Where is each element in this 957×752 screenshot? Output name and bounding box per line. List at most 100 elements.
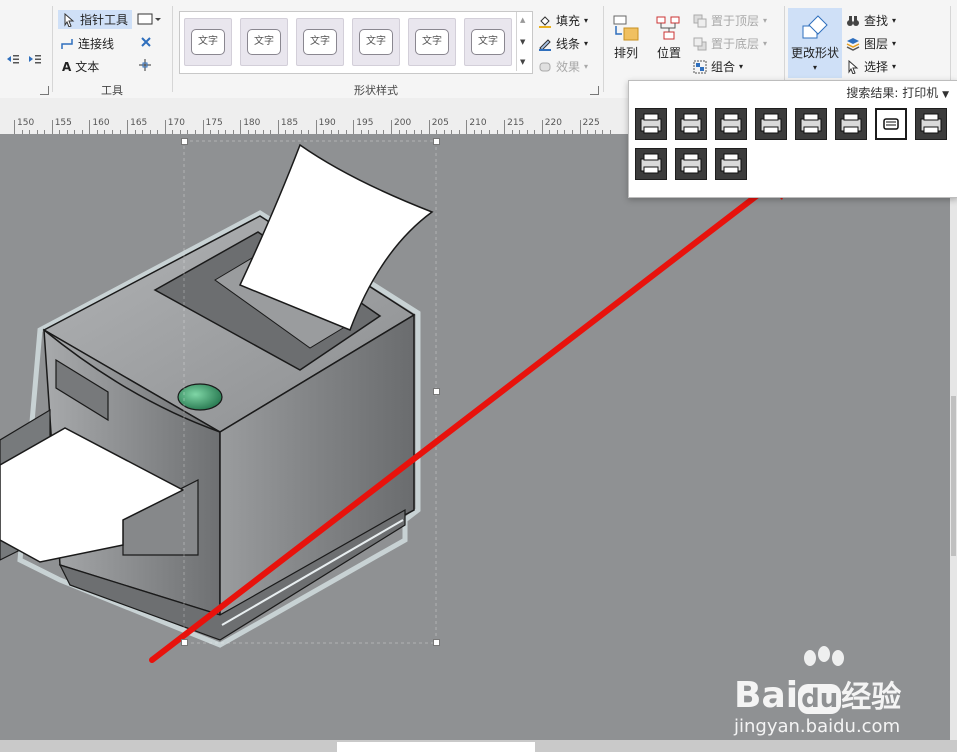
style-thumb[interactable]: 文字 — [184, 18, 232, 66]
tower-icon[interactable] — [795, 108, 827, 140]
selection-handle[interactable] — [181, 639, 188, 646]
text-a-icon: A — [62, 59, 72, 74]
rectangle-dropdown[interactable] — [137, 12, 161, 26]
separator — [52, 6, 53, 92]
chevron-down-icon: ▾ — [892, 16, 897, 25]
style-thumb[interactable]: 文字 — [296, 18, 344, 66]
pointer-icon — [64, 12, 75, 27]
printer-5-icon[interactable] — [675, 148, 707, 180]
flatbed-icon[interactable] — [915, 108, 947, 140]
chevron-down-icon: ▾ — [763, 39, 768, 48]
ruler-tick — [428, 120, 430, 134]
send-back-icon — [693, 37, 707, 50]
connection-point-icon[interactable] — [138, 58, 152, 72]
shape-styles-dialog-launcher[interactable] — [590, 86, 599, 95]
shape-styles-group-label: 形状样式 — [354, 84, 398, 97]
arrange-label: 排列 — [613, 46, 638, 60]
effects-button[interactable]: 效果 ▾ — [538, 58, 588, 75]
chevron-down-icon: ▾ — [892, 62, 897, 71]
printer-4-icon[interactable] — [635, 148, 667, 180]
printer-selected-icon[interactable] — [875, 108, 907, 140]
page-tab-area[interactable] — [337, 742, 535, 752]
ruler-tick — [14, 120, 15, 134]
ruler-tick — [466, 120, 468, 134]
layers-icon — [846, 37, 860, 51]
bring-front-label: 置于顶层 — [711, 14, 760, 28]
pen-icon — [539, 38, 551, 51]
ruler-tick-label: 155 — [54, 118, 72, 128]
style-thumb[interactable]: 文字 — [352, 18, 400, 66]
watermark-brand: Bai — [734, 675, 799, 716]
gallery-up-icon[interactable]: ▲ — [520, 16, 525, 24]
selection-handle[interactable] — [433, 388, 440, 395]
text-tool-button[interactable]: A 文本 — [62, 58, 99, 75]
position-button[interactable]: 位置 — [655, 14, 683, 61]
ruler-tick-label: 195 — [356, 118, 374, 128]
arrange-icon — [613, 15, 639, 41]
selection-handle[interactable] — [433, 138, 440, 145]
separator — [172, 6, 173, 92]
ruler-tick-label: 210 — [469, 118, 487, 128]
effects-label: 效果 — [556, 60, 581, 74]
decrease-indent-icon[interactable] — [6, 52, 20, 66]
position-label: 位置 — [656, 46, 681, 60]
ruler-tick-label: 185 — [280, 118, 299, 128]
ruler-tick-label: 215 — [507, 118, 525, 128]
chevron-down-icon: ▾ — [584, 39, 589, 48]
printer-3-icon[interactable] — [715, 108, 747, 140]
ruler-tick-label: 150 — [17, 118, 35, 128]
scrollbar-thumb[interactable] — [951, 396, 956, 556]
send-to-back-button[interactable]: 置于底层 ▾ — [693, 35, 767, 52]
bring-to-front-button[interactable]: 置于顶层 ▾ — [693, 12, 767, 29]
paragraph-dialog-launcher[interactable] — [40, 86, 49, 95]
layers-label: 图层 — [864, 37, 889, 51]
style-thumb[interactable]: 文字 — [464, 18, 512, 66]
connector-button[interactable]: 连接线 — [60, 35, 114, 52]
selection-handle[interactable] — [181, 138, 188, 145]
select-pointer-icon — [848, 59, 859, 74]
layers-button[interactable]: 图层 ▾ — [846, 35, 896, 52]
fill-bucket-icon — [539, 15, 551, 28]
increase-indent-icon[interactable] — [28, 52, 42, 66]
ruler-tick-label: 180 — [243, 118, 261, 128]
gallery-scrollbar[interactable]: ▲ ▼ ▼ — [516, 12, 531, 71]
vertical-scrollbar[interactable] — [950, 134, 957, 740]
ruler-tick-label: 175 — [205, 118, 223, 128]
group-icon — [693, 60, 707, 73]
find-button[interactable]: 查找 ▾ — [846, 12, 896, 29]
printer-2-icon[interactable] — [675, 108, 707, 140]
ruler-tick-label: 170 — [167, 118, 185, 128]
group-label: 组合 — [711, 60, 736, 74]
delete-icon[interactable] — [139, 35, 153, 49]
printer-shape[interactable] — [0, 143, 434, 648]
style-thumb[interactable]: 文字 — [240, 18, 288, 66]
gallery-down-icon[interactable]: ▼ — [520, 38, 525, 46]
status-bar — [0, 740, 957, 752]
drawing-canvas[interactable]: Bai du 经验 jingyan.baidu.com — [0, 134, 957, 740]
change-shape-button[interactable]: 更改形状 ▾ — [788, 8, 842, 78]
group-button[interactable]: 组合 ▾ — [693, 58, 743, 75]
ruler-tick-label: 165 — [130, 118, 148, 128]
style-thumb[interactable]: 文字 — [408, 18, 456, 66]
printer-1-icon[interactable] — [635, 108, 667, 140]
gallery-more-icon[interactable]: ▼ — [520, 58, 525, 66]
fill-button[interactable]: 填充 ▾ — [538, 12, 588, 29]
fill-label: 填充 — [556, 14, 581, 28]
shape-search-popup: 搜索结果: 打印机 ▼ — [628, 80, 957, 198]
ruler-tick — [51, 120, 53, 134]
pointer-tool-button[interactable]: 指针工具 — [58, 10, 133, 29]
selection-handle[interactable] — [433, 639, 440, 646]
line-button[interactable]: 线条 ▾ — [538, 35, 588, 52]
printer-tray-icon[interactable] — [715, 148, 747, 180]
fax-icon[interactable] — [755, 108, 787, 140]
change-shape-icon — [802, 15, 828, 39]
chevron-down-icon: ▾ — [812, 63, 817, 72]
arrange-button[interactable]: 排列 — [612, 14, 640, 61]
connector-icon — [61, 38, 73, 49]
position-icon — [656, 16, 680, 40]
select-button[interactable]: 选择 ▾ — [846, 58, 896, 75]
popup-title[interactable]: 搜索结果: 打印机 ▼ — [846, 84, 949, 101]
scanner-icon[interactable] — [835, 108, 867, 140]
ruler-tick — [353, 120, 355, 134]
ruler-tick — [315, 120, 317, 134]
